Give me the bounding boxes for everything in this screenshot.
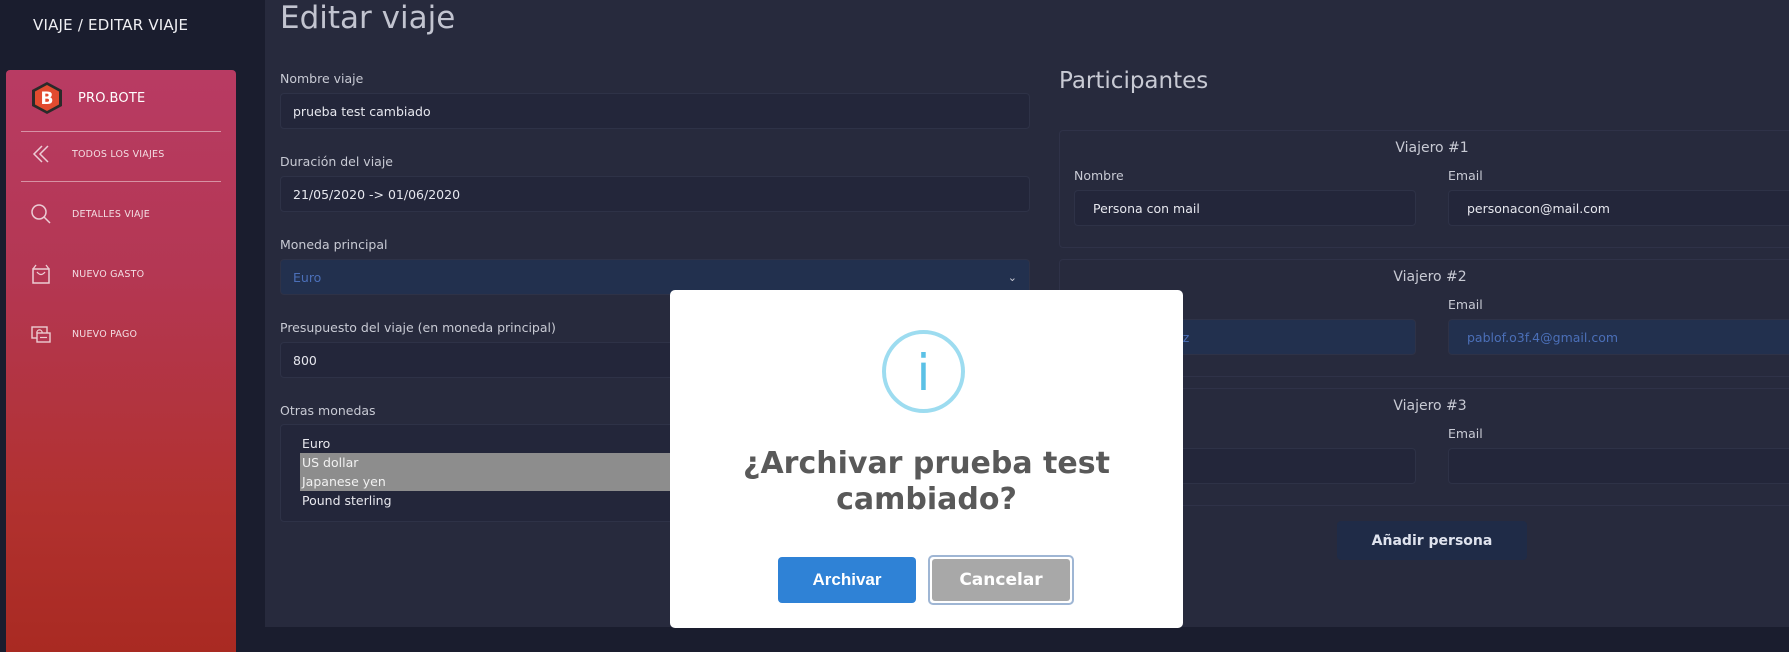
- dialog-title: ¿Archivar prueba test cambiado?: [743, 446, 1110, 517]
- cancel-button[interactable]: Cancelar: [928, 555, 1074, 605]
- cancel-button-label: Cancelar: [932, 559, 1070, 601]
- archive-dialog: i ¿Archivar prueba test cambiado? Archiv…: [670, 290, 1183, 628]
- info-icon: i: [882, 330, 965, 413]
- archive-button[interactable]: Archivar: [778, 557, 916, 603]
